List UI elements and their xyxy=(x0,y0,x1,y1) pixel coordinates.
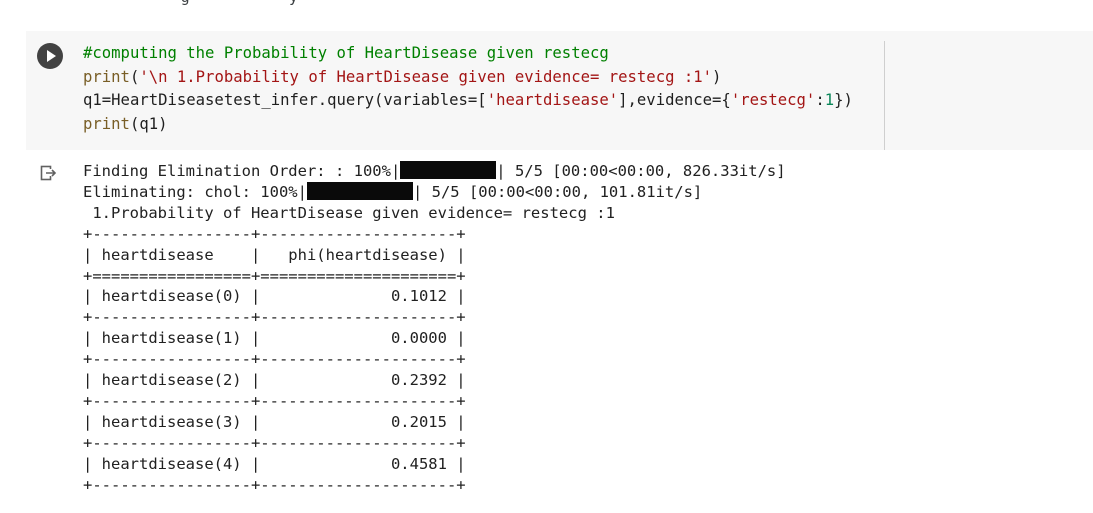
code-comment: #computing the Probability of HeartDisea… xyxy=(83,44,609,62)
evidence-value: 1 xyxy=(824,91,835,110)
print-args: (q1) xyxy=(129,114,168,133)
table-header-separator: +=================+=====================… xyxy=(83,266,466,285)
progress-label-1: Finding Elimination Order: : 100%| xyxy=(83,162,401,180)
table-row: | heartdisease(0) | 0.1012 | xyxy=(83,287,466,306)
query-prefix: q1=HeartDiseasetest_infer.query(variable… xyxy=(83,91,487,110)
print-keyword-2: print xyxy=(83,114,130,133)
cell-output: Finding Elimination Order: : 100%| | 5/5 … xyxy=(83,161,786,496)
print-open-paren: ( xyxy=(129,67,140,86)
progress-bar-2 xyxy=(306,181,413,200)
run-cell-button[interactable] xyxy=(37,43,63,69)
print-string: '\n 1.Probability of HeartDisease given … xyxy=(139,67,713,86)
code-editor[interactable]: #computing the Probability of HeartDisea… xyxy=(83,42,853,136)
evidence-key-string: 'restecg' xyxy=(730,91,816,110)
query-variable-string: 'heartdisease' xyxy=(486,91,619,110)
table-border: +-----------------+---------------------… xyxy=(83,391,466,410)
evidence-colon: : xyxy=(815,91,825,110)
result-heading: 1.Probability of HeartDisease given evid… xyxy=(83,203,615,222)
table-border: +-----------------+---------------------… xyxy=(83,433,466,452)
progress-stats-1: | 5/5 [00:00<00:00, 826.33it/s] xyxy=(496,162,786,180)
previous-output-fragment: g y xyxy=(0,0,1093,14)
progress-stats-2: | 5/5 [00:00<00:00, 101.81it/s] xyxy=(412,182,703,201)
table-border: +-----------------+---------------------… xyxy=(83,475,466,494)
table-border: +-----------------+---------------------… xyxy=(83,224,466,243)
print-keyword: print xyxy=(83,67,130,86)
table-row: | heartdisease(3) | 0.2015 | xyxy=(83,412,466,431)
table-border: +-----------------+---------------------… xyxy=(83,308,466,327)
table-row: | heartdisease(2) | 0.2392 | xyxy=(83,371,466,390)
progress-bar-1 xyxy=(400,161,497,179)
print-close-paren: ) xyxy=(712,67,722,86)
play-icon xyxy=(47,50,56,62)
output-arrow-icon[interactable] xyxy=(40,165,58,183)
editor-ruler xyxy=(884,41,885,150)
query-middle: ],evidence={ xyxy=(618,91,731,110)
query-suffix: }) xyxy=(834,91,853,110)
table-row: | heartdisease(1) | 0.0000 | xyxy=(83,329,466,348)
table-header-row: | heartdisease | phi(heartdisease) | xyxy=(83,245,466,264)
progress-label-2: Eliminating: chol: 100%| xyxy=(83,182,307,201)
table-border: +-----------------+---------------------… xyxy=(83,350,466,369)
table-row: | heartdisease(4) | 0.4581 | xyxy=(83,454,466,473)
previous-output-text: g y xyxy=(0,0,298,6)
